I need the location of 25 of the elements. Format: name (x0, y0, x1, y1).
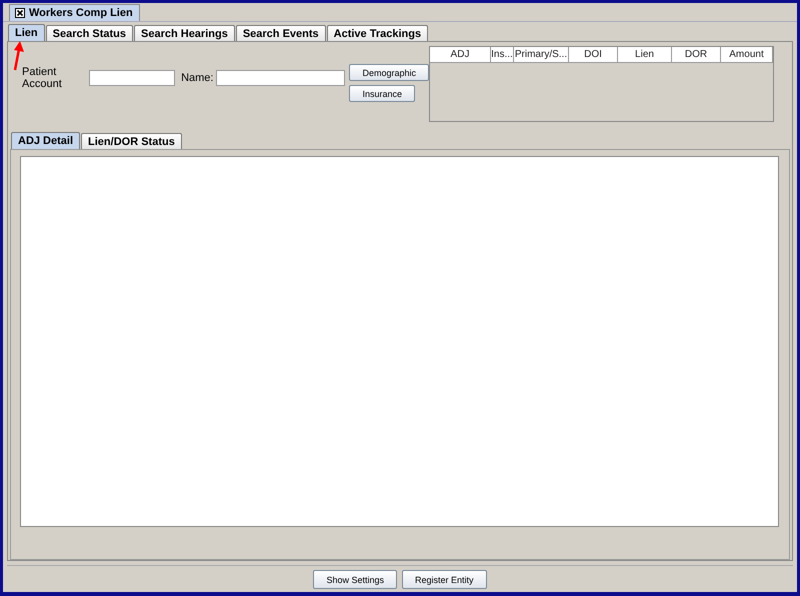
tab[interactable]: Lien/DOR Status (81, 133, 182, 149)
column-header[interactable]: Ins... (491, 47, 514, 62)
column-header[interactable]: Lien (618, 47, 672, 62)
tab[interactable]: Search Status (46, 25, 133, 41)
footer-button[interactable]: Show Settings (313, 570, 397, 589)
action-button[interactable]: Insurance (349, 85, 415, 102)
column-header[interactable]: ADJ (430, 47, 491, 62)
tab[interactable]: Active Trackings (326, 25, 428, 41)
input-field[interactable] (216, 70, 346, 86)
tab[interactable]: Search Hearings (134, 25, 235, 41)
column-header[interactable]: DOR (672, 47, 721, 62)
field-label: Name: (181, 72, 214, 84)
tab[interactable]: Lien (8, 24, 45, 41)
window-tab[interactable]: Workers Comp Lien (9, 4, 140, 21)
action-button[interactable]: Demographic (349, 64, 429, 81)
tab[interactable]: ADJ Detail (11, 132, 80, 149)
column-header[interactable]: Amount (721, 47, 773, 62)
column-header[interactable]: Primary/S... (514, 47, 569, 62)
close-icon[interactable] (15, 8, 25, 18)
field-label: Patient Account (22, 66, 63, 90)
input-field[interactable] (89, 70, 176, 86)
footer-button[interactable]: Register Entity (402, 570, 487, 589)
tab[interactable]: Search Events (236, 25, 326, 41)
window-title: Workers Comp Lien (29, 7, 133, 19)
column-header[interactable]: DOI (569, 47, 618, 62)
